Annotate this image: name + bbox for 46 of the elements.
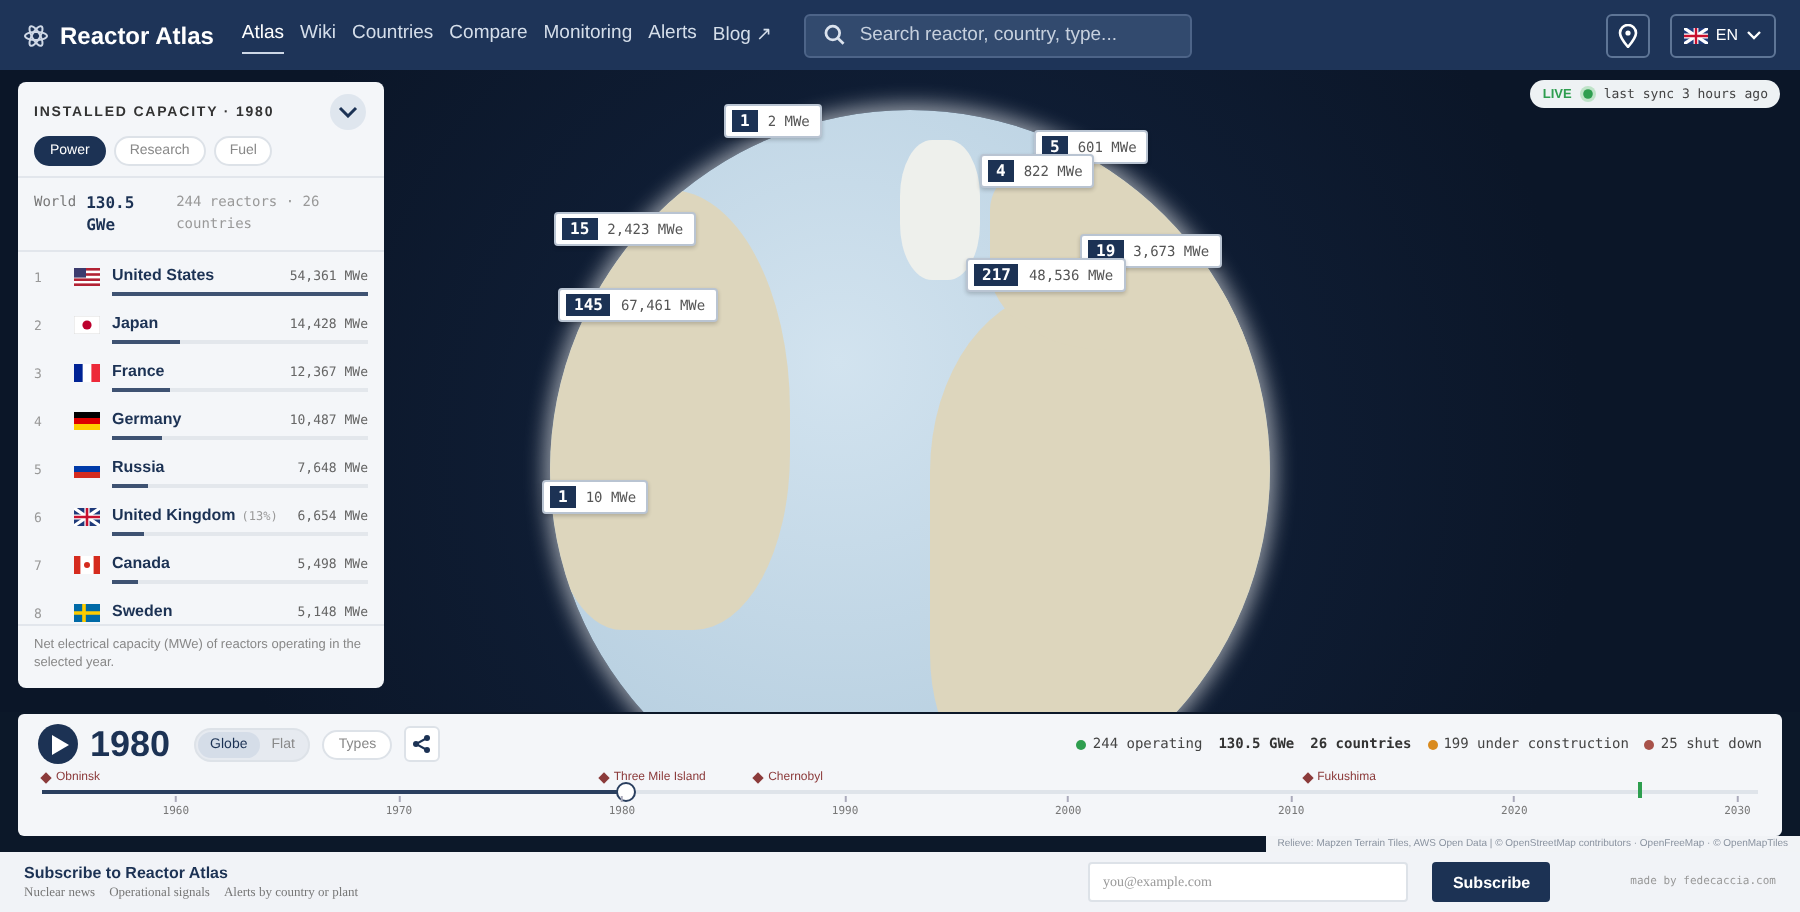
status-dot-icon <box>1579 86 1596 102</box>
nav-link[interactable]: Atlas <box>241 16 285 54</box>
country-name[interactable]: Japan <box>112 314 159 333</box>
location-pin-icon <box>1617 23 1638 47</box>
share-icon <box>412 734 433 754</box>
nav-link[interactable]: Monitoring <box>543 16 633 54</box>
slider-thumb[interactable] <box>615 782 636 802</box>
language-button[interactable]: EN <box>1669 13 1776 57</box>
country-name[interactable]: Germany <box>112 410 182 429</box>
chevron-down-icon <box>1746 30 1762 40</box>
country-name[interactable]: United States <box>112 266 215 285</box>
collapse-button[interactable] <box>330 94 366 130</box>
play-icon <box>50 733 70 755</box>
flag-icon <box>74 460 100 479</box>
nav-link[interactable]: Wiki <box>300 16 336 54</box>
search-input[interactable]: Search reactor, country, type... <box>859 24 1173 46</box>
flag-icon <box>74 508 100 527</box>
flag-icon <box>74 364 100 383</box>
share-button[interactable] <box>404 726 441 762</box>
flag-icon <box>74 604 100 623</box>
flag-icon <box>74 316 100 335</box>
search-icon <box>824 24 846 46</box>
world-capacity: 130.5 GWe <box>86 192 137 237</box>
nav-link[interactable]: Countries <box>352 16 434 54</box>
flag-icon <box>74 556 100 575</box>
play-button[interactable] <box>38 724 78 764</box>
country-name[interactable]: France <box>112 362 165 381</box>
subscribe-button[interactable]: Subscribe <box>1432 862 1551 902</box>
country-name[interactable]: Russia <box>112 458 165 477</box>
current-year-marker <box>1637 782 1642 798</box>
flag-icon <box>74 412 100 431</box>
search-field[interactable]: Search reactor, country, type... <box>804 13 1193 57</box>
location-button[interactable] <box>1605 13 1650 57</box>
nav-link[interactable]: Blog ↗ <box>712 16 773 54</box>
year-display: 1980 <box>90 723 171 765</box>
subscribe-title: Subscribe to Reactor Atlas <box>24 864 230 882</box>
atom-icon <box>24 23 48 47</box>
nav-link[interactable]: Compare <box>449 16 528 54</box>
chevron-down-icon <box>338 106 358 118</box>
country-name[interactable]: Canada <box>112 554 170 573</box>
flag-icon <box>74 268 100 287</box>
brand-name[interactable]: Reactor Atlas <box>60 21 214 49</box>
nav-link[interactable]: Alerts <box>648 16 697 54</box>
country-name[interactable]: United Kingdom <box>112 506 236 525</box>
country-name[interactable]: Sweden <box>112 602 173 621</box>
flag-icon <box>1683 27 1708 43</box>
